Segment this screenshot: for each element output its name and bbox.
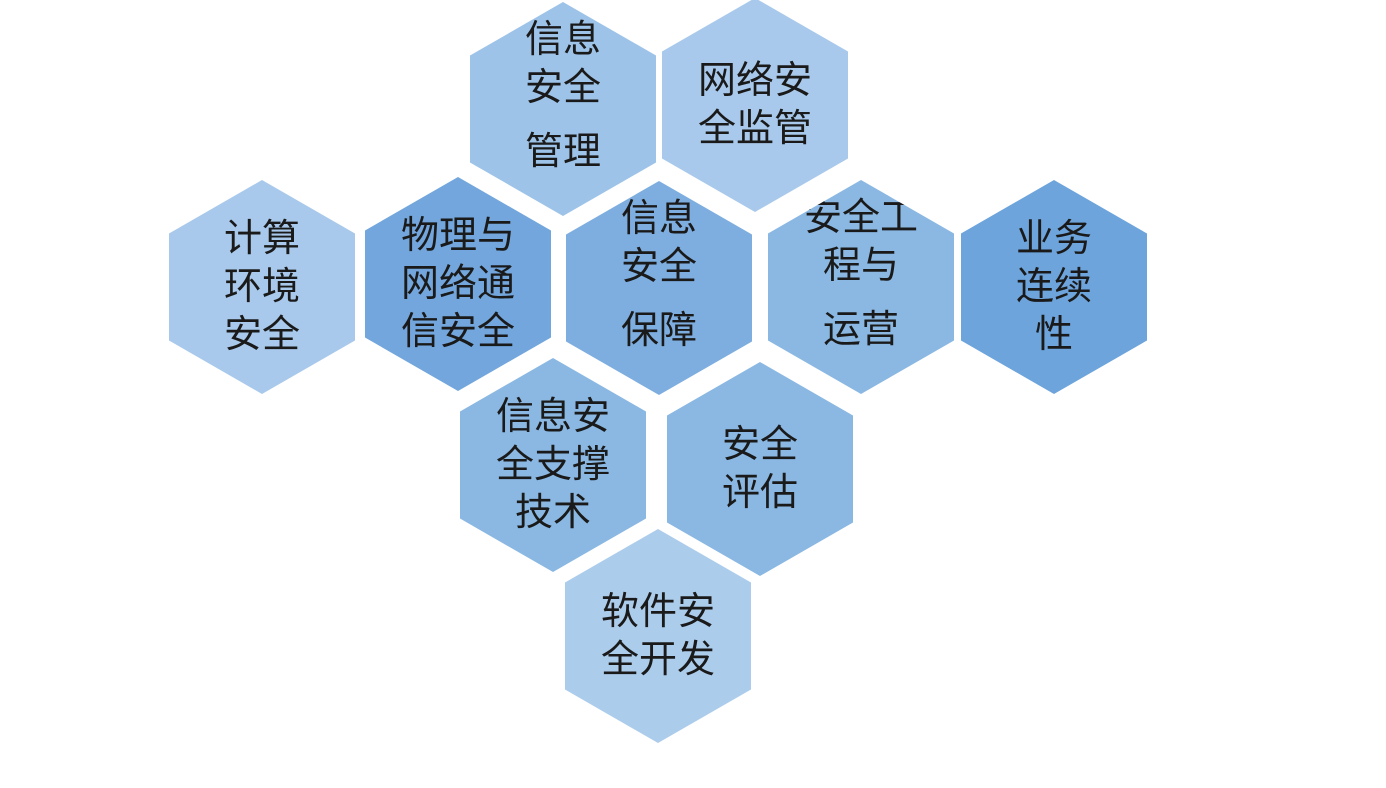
hex-label-line: 全监管 bbox=[697, 106, 812, 150]
hex-label-line: 性 bbox=[1034, 311, 1073, 356]
hex-label: 信息 安全 管理 bbox=[470, 2, 656, 216]
hex-label-line: 安全 bbox=[620, 243, 697, 288]
hex-business-continuity: 业务 连续 性 bbox=[961, 180, 1147, 394]
hex-label: 安全 评估 bbox=[667, 362, 853, 576]
hex-label-line: 程与 bbox=[822, 242, 899, 287]
hex-label-line: 技术 bbox=[514, 489, 591, 534]
hex-label-line: 连续 bbox=[1015, 264, 1092, 309]
hex-info-security-assurance: 信息 安全 保障 bbox=[566, 181, 752, 395]
hex-security-assessment: 安全 评估 bbox=[667, 362, 853, 576]
hex-label-line: 信息安 bbox=[495, 394, 610, 439]
hex-computing-environment-security: 计算 环境 安全 bbox=[169, 180, 355, 394]
hex-label-line: 安全 bbox=[223, 311, 300, 356]
hex-label-line: 信息 bbox=[524, 17, 601, 61]
hex-label-line: 计算 bbox=[223, 216, 300, 261]
hex-label-line: 业务 bbox=[1015, 216, 1092, 261]
hex-label-line: 全支撑 bbox=[495, 442, 610, 487]
hex-label: 软件安 全开发 bbox=[565, 529, 751, 743]
hex-label-line: 安全 bbox=[524, 64, 601, 109]
hex-label-line: 管理 bbox=[524, 128, 601, 173]
hex-label-line: 安全工 bbox=[803, 195, 918, 239]
hex-label: 安全工 程与 运营 bbox=[768, 180, 954, 394]
hex-label: 信息 安全 保障 bbox=[566, 181, 752, 395]
hex-label-line: 全开发 bbox=[600, 637, 715, 681]
hex-network-security-supervision: 网络安 全监管 bbox=[662, 0, 848, 212]
hex-label-line: 评估 bbox=[721, 470, 798, 514]
hex-label-line: 保障 bbox=[620, 307, 697, 352]
hex-info-security-support-technology: 信息安 全支撑 技术 bbox=[460, 358, 646, 572]
hex-label-line: 网络通 bbox=[400, 261, 515, 306]
hex-label: 业务 连续 性 bbox=[961, 180, 1147, 394]
hex-label-line: 网络安 bbox=[697, 58, 812, 103]
hex-label-line: 环境 bbox=[223, 264, 300, 309]
hex-software-security-development: 软件安 全开发 bbox=[565, 529, 751, 743]
hex-label: 计算 环境 安全 bbox=[169, 180, 355, 394]
hex-label: 信息安 全支撑 技术 bbox=[460, 358, 646, 572]
hex-label-line: 物理与 bbox=[400, 213, 515, 258]
hex-label: 网络安 全监管 bbox=[662, 0, 848, 212]
hex-label: 物理与 网络通 信安全 bbox=[365, 177, 551, 391]
hex-label-line: 信息 bbox=[620, 196, 697, 240]
hex-label-line: 信安全 bbox=[400, 308, 515, 353]
hex-label-line: 软件安 bbox=[600, 589, 715, 634]
hex-label-line: 安全 bbox=[721, 422, 798, 467]
hex-physical-network-communication-security: 物理与 网络通 信安全 bbox=[365, 177, 551, 391]
hex-info-security-management: 信息 安全 管理 bbox=[470, 2, 656, 216]
hex-label-line: 运营 bbox=[822, 306, 899, 351]
hex-security-engineering-operations: 安全工 程与 运营 bbox=[768, 180, 954, 394]
